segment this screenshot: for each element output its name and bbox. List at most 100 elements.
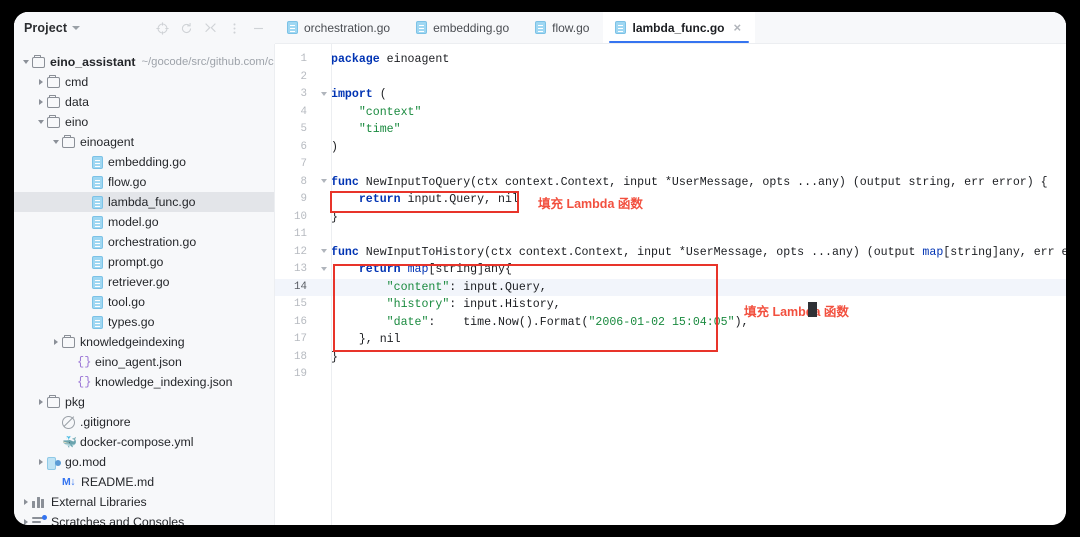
tree-item-knowledgeindexing[interactable]: knowledgeindexing (14, 332, 274, 352)
tree-item-eino-assistant[interactable]: eino_assistant ~/gocode/src/github.com/cl (14, 52, 274, 72)
code-line[interactable]: 6) (275, 139, 1066, 157)
code-line[interactable]: 14 "content": input.Query, (275, 278, 1066, 296)
tree-item-label: flow.go (108, 175, 147, 189)
tree-item-label: Scratches and Consoles (51, 515, 185, 525)
tree-item-eino-agent-json[interactable]: {} eino_agent.json (14, 352, 274, 372)
code-text: package einoagent (331, 53, 450, 66)
code-line[interactable]: 16 "date": time.Now().Format("2006-01-02… (275, 314, 1066, 332)
code-line[interactable]: 1 package einoagent (275, 51, 1066, 69)
tree-item-external-libraries[interactable]: External Libraries (14, 492, 274, 512)
fold-toggle-icon[interactable] (317, 178, 331, 186)
editor-tab[interactable]: lambda_func.go × (603, 12, 756, 43)
code-line[interactable]: 18} (275, 349, 1066, 367)
chevron-down-icon[interactable] (35, 120, 47, 124)
more-options-icon[interactable] (228, 22, 241, 35)
code-line[interactable]: 15 "history": input.History, (275, 296, 1066, 314)
tree-item-cmd[interactable]: cmd (14, 72, 274, 92)
refresh-icon[interactable] (180, 22, 193, 35)
code-line[interactable]: 11 (275, 226, 1066, 244)
code-line[interactable]: 2 (275, 69, 1066, 87)
tree-item-tool-go[interactable]: tool.go (14, 292, 274, 312)
chevron-down-icon[interactable] (50, 140, 62, 144)
editor-tab-label: orchestration.go (304, 20, 391, 35)
code-line[interactable]: 17 }, nil (275, 331, 1066, 349)
tree-item-label: External Libraries (51, 495, 147, 509)
tree-item-lambda-func-go[interactable]: lambda_func.go (14, 192, 274, 212)
main-body: eino_assistant ~/gocode/src/github.com/cl… (14, 44, 1066, 525)
tree-item-docker-compose-yml[interactable]: 🐳 docker-compose.yml (14, 432, 274, 452)
chevron-right-icon[interactable] (20, 519, 32, 525)
editor-tab-label: flow.go (552, 20, 590, 35)
code-line[interactable]: 10} (275, 209, 1066, 227)
code-line[interactable]: 9 return input.Query, nil (275, 191, 1066, 209)
code-line[interactable]: 12 func NewInputToHistory(ctx context.Con… (275, 244, 1066, 262)
chevron-right-icon[interactable] (35, 99, 47, 105)
code-line[interactable]: 4 "context" (275, 104, 1066, 122)
code-text: func NewInputToQuery(ctx context.Context… (331, 175, 1048, 189)
chevron-down-icon[interactable] (20, 60, 32, 64)
line-number: 15 (294, 298, 307, 310)
collapse-all-icon[interactable] (204, 22, 217, 35)
tree-item-einoagent[interactable]: einoagent (14, 132, 274, 152)
scratches-icon (32, 515, 47, 525)
chevron-right-icon[interactable] (50, 339, 62, 345)
tree-item-eino[interactable]: eino (14, 112, 274, 132)
tree-item-label: tool.go (108, 295, 145, 309)
folder-icon (62, 134, 75, 148)
fold-toggle-icon[interactable] (317, 248, 331, 256)
folder-icon (47, 94, 60, 108)
fold-toggle-icon[interactable] (317, 91, 331, 99)
tree-item-readme-md[interactable]: M↓ README.md (14, 472, 274, 492)
markdown-icon: M↓ (62, 476, 76, 488)
tree-item-retriever-go[interactable]: retriever.go (14, 272, 274, 292)
tree-item-types-go[interactable]: types.go (14, 312, 274, 332)
tree-item-gitignore[interactable]: .gitignore (14, 412, 274, 432)
locate-icon[interactable] (156, 21, 169, 35)
tree-item-flow-go[interactable]: flow.go (14, 172, 274, 192)
go-file-icon (416, 21, 428, 34)
code-editor[interactable]: 1 package einoagent 2 3 import (4 "context" 5… (275, 44, 1066, 525)
code-line[interactable]: 3 import ( (275, 86, 1066, 104)
project-panel-title[interactable]: Project (24, 21, 67, 35)
docker-icon: 🐳 (62, 435, 77, 449)
fold-toggle-icon[interactable] (317, 266, 331, 274)
tree-item-orchestration-go[interactable]: orchestration.go (14, 232, 274, 252)
go-file-icon (92, 175, 103, 189)
go-file-icon (92, 315, 103, 329)
tree-item-prompt-go[interactable]: prompt.go (14, 252, 274, 272)
code-line[interactable]: 7 (275, 156, 1066, 174)
project-tree[interactable]: eino_assistant ~/gocode/src/github.com/cl… (14, 44, 275, 525)
editor-tab[interactable]: embedding.go (404, 12, 523, 43)
tree-item-label: knowledgeindexing (80, 335, 185, 349)
go-file-icon (92, 195, 103, 209)
code-text: import ( (331, 88, 387, 101)
line-number: 6 (300, 140, 307, 153)
tree-item-label: orchestration.go (108, 235, 197, 249)
line-number: 9 (300, 193, 307, 205)
code-line[interactable]: 5 "time" (275, 121, 1066, 139)
gitignore-icon (62, 415, 75, 429)
chevron-right-icon[interactable] (35, 399, 47, 405)
tree-item-model-go[interactable]: model.go (14, 212, 274, 232)
chevron-right-icon[interactable] (20, 499, 32, 505)
chevron-right-icon[interactable] (35, 459, 47, 465)
minimize-icon[interactable] (252, 22, 265, 35)
editor-tab[interactable]: flow.go (523, 12, 603, 43)
tree-item-embedding-go[interactable]: embedding.go (14, 152, 274, 172)
tree-item-go-mod[interactable]: go.mod (14, 452, 274, 472)
tree-item-data[interactable]: data (14, 92, 274, 112)
code-text: } (331, 350, 338, 364)
chevron-down-icon[interactable] (72, 26, 81, 30)
tree-item-label: prompt.go (108, 255, 164, 269)
code-line[interactable]: 19 (275, 366, 1066, 384)
tree-item-scratches-and-consoles[interactable]: Scratches and Consoles (14, 512, 274, 525)
chevron-right-icon[interactable] (35, 79, 47, 85)
tree-item-knowledge-indexing-json[interactable]: {} knowledge_indexing.json (14, 372, 274, 392)
code-line[interactable]: 13 return map[string]any{ (275, 261, 1066, 279)
code-line[interactable]: 8 func NewInputToQuery(ctx context.Contex… (275, 174, 1066, 192)
tree-item-pkg[interactable]: pkg (14, 392, 274, 412)
editor-tab[interactable]: orchestration.go (275, 12, 404, 43)
close-icon[interactable]: × (734, 21, 742, 34)
editor-tab-bar: orchestration.go embedding.go flow.go lambd… (275, 12, 1066, 44)
go-mod-icon (47, 456, 61, 470)
